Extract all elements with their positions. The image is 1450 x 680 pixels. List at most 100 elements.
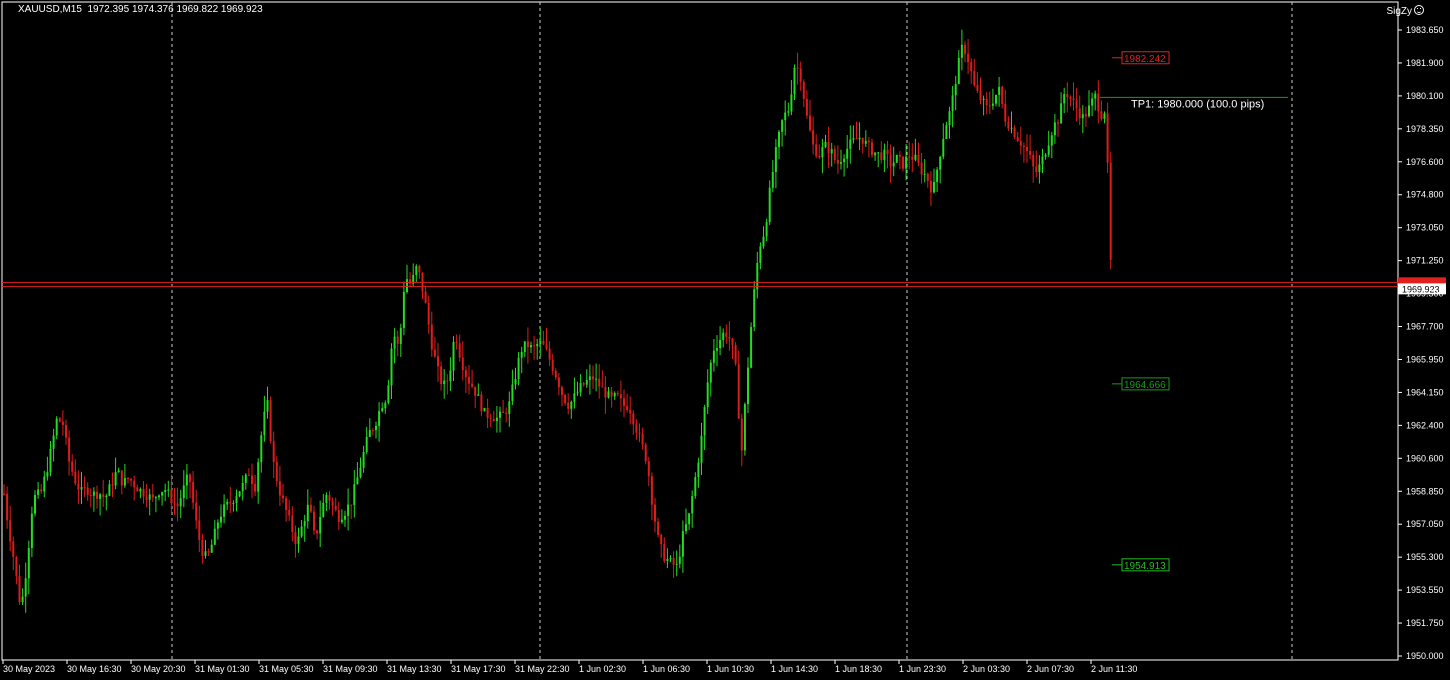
candle-body xyxy=(55,418,58,436)
candle-body xyxy=(1041,156,1044,165)
candle-body xyxy=(148,494,151,500)
candle-body xyxy=(623,398,625,406)
y-tick-label: 1958.850 xyxy=(1406,486,1444,496)
candle-body xyxy=(914,154,917,160)
candle-body xyxy=(942,138,945,157)
candle-body xyxy=(443,380,446,385)
candle-body xyxy=(917,154,920,163)
candle-body xyxy=(685,524,687,532)
candle-body xyxy=(675,563,678,565)
candle-body xyxy=(145,496,148,500)
price-chart[interactable]: 1969.923TP1: 1980.000 (100.0 pips)1982.2… xyxy=(0,0,1450,680)
candle-body xyxy=(210,544,213,553)
levels: 1969.923TP1: 1980.000 (100.0 pips)1982.2… xyxy=(2,51,1446,572)
candle-body xyxy=(378,411,381,426)
candle-body xyxy=(598,378,601,387)
candle-body xyxy=(34,494,36,514)
candle-body xyxy=(626,405,629,411)
candle-body xyxy=(368,430,371,437)
candle-body xyxy=(390,348,393,386)
candle-body xyxy=(638,432,641,434)
candle-body xyxy=(607,391,610,398)
x-tick-label: 31 May 22:30 xyxy=(515,664,570,674)
candle-body xyxy=(740,418,743,451)
candle-body xyxy=(970,62,973,72)
candle-body xyxy=(18,575,21,603)
candle-body xyxy=(802,81,805,99)
candle-body xyxy=(1097,93,1100,112)
candle-body xyxy=(294,531,297,544)
candle-body xyxy=(1038,164,1041,172)
candle-body xyxy=(195,502,198,521)
x-tick-label: 31 May 13:30 xyxy=(387,664,442,674)
candle-body xyxy=(492,419,495,422)
candle-body xyxy=(815,144,818,156)
candle-body xyxy=(533,345,536,347)
candle-body xyxy=(567,403,570,409)
x-tick-label: 31 May 05:30 xyxy=(259,664,314,674)
candle-body xyxy=(747,367,749,405)
candle-body xyxy=(1019,140,1022,146)
candle-body xyxy=(108,484,111,496)
y-tick-label: 1976.600 xyxy=(1406,157,1444,167)
candle-body xyxy=(579,383,582,393)
candle-body xyxy=(92,491,95,496)
candle-body xyxy=(964,44,966,54)
candle-body xyxy=(189,474,191,482)
candle-body xyxy=(334,505,337,510)
candle-body xyxy=(328,494,331,502)
candle-body xyxy=(86,487,89,495)
candle-body xyxy=(657,521,660,535)
candle-body xyxy=(793,67,796,95)
price-axis[interactable]: 1983.650 1981.900 1980.100 1978.350 1976.600… xyxy=(1398,25,1444,661)
candle-body xyxy=(77,483,80,490)
candle-body xyxy=(393,336,396,349)
candles xyxy=(3,29,1112,613)
candle-body xyxy=(136,487,139,492)
candle-body xyxy=(719,339,722,349)
candle-body xyxy=(1078,108,1081,119)
candle-body xyxy=(167,489,170,491)
candle-body xyxy=(805,98,808,116)
tp-label: TP1: 1980.000 (100.0 pips) xyxy=(1131,98,1264,110)
candle-body xyxy=(427,302,430,325)
candle-body xyxy=(796,67,799,69)
candle-body xyxy=(1004,103,1007,122)
time-axis[interactable]: 30 May 2023 30 May 16:30 30 May 20:30 31 Ma… xyxy=(2,660,1137,674)
candle-body xyxy=(65,424,67,438)
candle-body xyxy=(99,494,102,499)
candle-body xyxy=(15,557,18,576)
candle-body xyxy=(207,551,210,553)
candle-body xyxy=(96,491,98,499)
candle-body xyxy=(898,155,901,157)
candle-body xyxy=(247,474,250,476)
candle-body xyxy=(564,394,567,404)
candle-body xyxy=(874,152,877,156)
candle-body xyxy=(644,444,647,462)
candle-body xyxy=(1010,127,1013,129)
candle-body xyxy=(650,476,653,505)
candle-body xyxy=(774,147,777,172)
x-tick-label: 2 Jun 07:30 xyxy=(1027,664,1074,674)
candle-body xyxy=(923,173,926,175)
x-tick-label: 31 May 09:30 xyxy=(323,664,378,674)
candle-body xyxy=(666,559,669,561)
candle-body xyxy=(24,578,27,597)
candle-body xyxy=(573,393,576,402)
bid-price-tag xyxy=(1398,277,1446,284)
candle-body xyxy=(449,370,452,382)
candle-body xyxy=(471,383,474,387)
candle-body xyxy=(437,356,439,367)
candle-body xyxy=(263,411,266,436)
candle-body xyxy=(818,155,821,158)
candle-body xyxy=(40,489,43,492)
candle-body xyxy=(49,448,52,473)
candle-body xyxy=(1081,114,1084,119)
candle-body xyxy=(319,516,322,534)
candle-body xyxy=(570,401,573,409)
candle-body xyxy=(867,140,870,143)
candle-body xyxy=(957,57,960,84)
candle-body xyxy=(105,495,108,498)
candle-body xyxy=(170,489,173,504)
candle-body xyxy=(1063,94,1066,104)
